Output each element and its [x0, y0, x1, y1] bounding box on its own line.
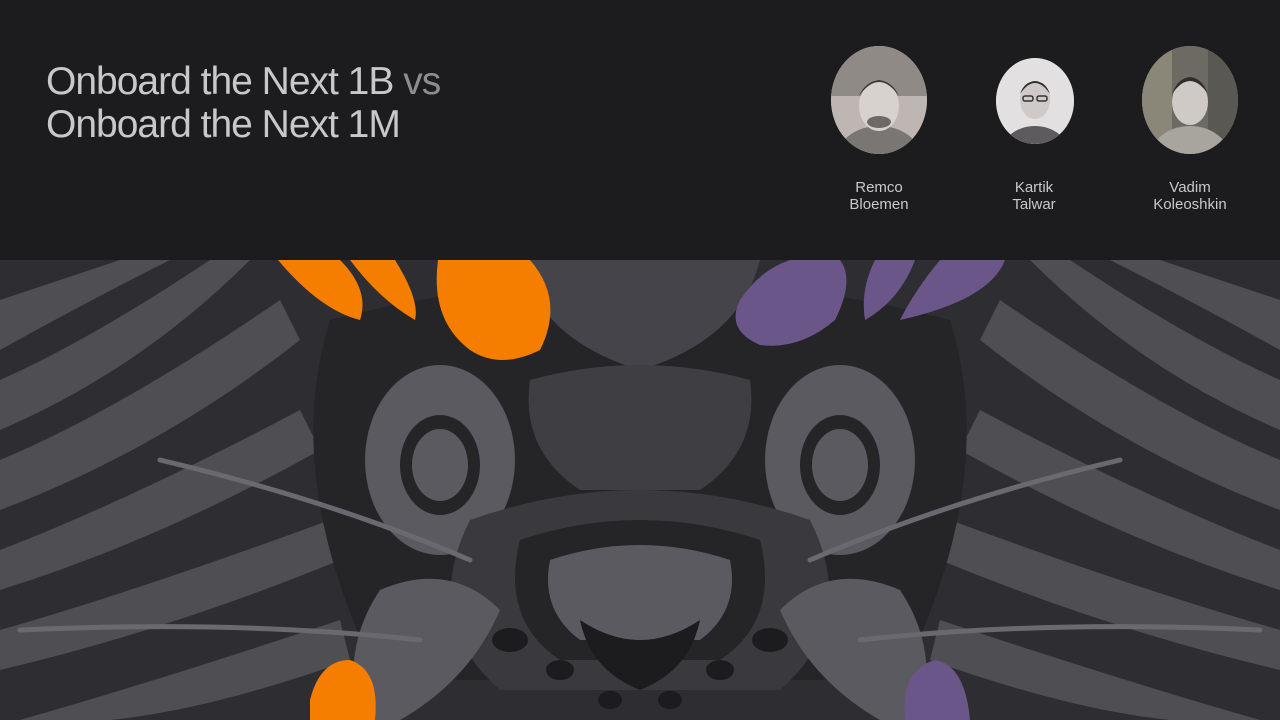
speaker-last-name: Koleoshkin — [1153, 196, 1227, 213]
speaker-last-name: Bloemen — [849, 196, 909, 213]
slide-title: Onboard the Next 1B vs Onboard the Next … — [46, 60, 441, 146]
tiger-face-illustration — [0, 260, 1280, 720]
speaker-name-vadim: Vadim Koleoshkin — [1110, 179, 1270, 213]
speaker-name-remco: Remco Bloemen — [799, 179, 959, 213]
speaker-photo-remco — [831, 46, 927, 154]
speaker-first-name: Remco — [855, 179, 903, 196]
speaker-first-name: Kartik — [1014, 179, 1054, 196]
title-line1-main: Onboard the Next 1B — [46, 60, 394, 103]
speaker-name-kartik: Kartik Talwar — [954, 179, 1114, 213]
speaker-first-name: Vadim — [1169, 179, 1211, 196]
title-line2: Onboard the Next 1M — [46, 103, 401, 146]
speaker-last-name: Talwar — [1012, 196, 1056, 213]
title-connector: vs — [403, 60, 441, 103]
speaker-photo-kartik — [996, 58, 1074, 144]
speaker-photo-vadim — [1142, 46, 1238, 154]
